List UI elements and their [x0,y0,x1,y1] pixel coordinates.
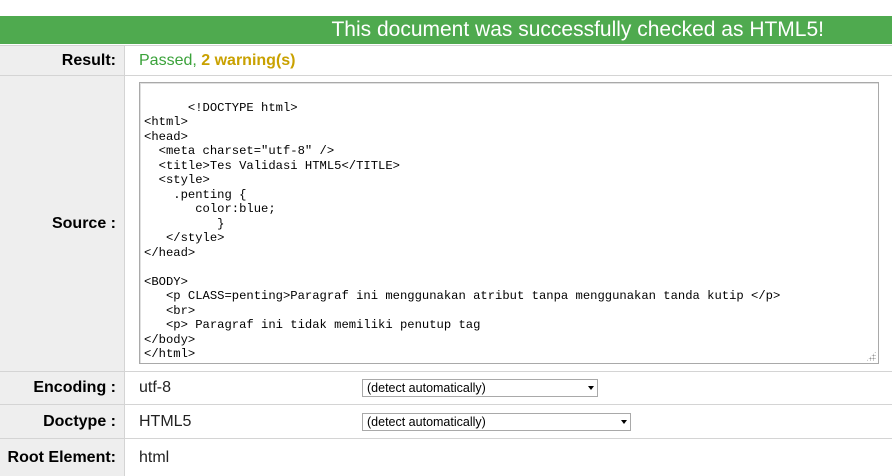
chevron-down-icon [621,420,627,424]
chevron-down-icon [588,386,594,390]
source-label: Source : [0,76,125,371]
source-code-textarea[interactable]: <!DOCTYPE html> <html> <head> <meta char… [139,82,879,364]
encoding-value: utf-8 [139,379,172,396]
root-element-label: Root Element: [0,439,125,476]
result-status: Passed [139,51,193,69]
success-banner: This document was successfully checked a… [0,16,892,44]
doctype-select[interactable]: (detect automatically) [362,413,631,431]
encoding-label: Encoding : [0,372,125,404]
validation-results: This document was successfully checked a… [0,0,892,476]
result-row: Result: Passed, 2 warning(s) [0,45,892,75]
resize-grip-icon[interactable] [866,351,876,361]
encoding-row: Encoding : utf-8 (detect automatically) [0,371,892,404]
doctype-select-value: (detect automatically) [367,415,486,429]
source-code-text: <!DOCTYPE html> <html> <head> <meta char… [144,100,781,362]
success-message: This document was successfully checked a… [331,18,824,41]
doctype-value: HTML5 [139,412,192,430]
warnings-count-link[interactable]: 2 warning(s) [201,52,295,70]
encoding-select-value: (detect automatically) [367,381,486,395]
doctype-label: Doctype : [0,405,125,438]
root-element-value: html [139,448,170,466]
root-element-row: Root Element: html [0,438,892,476]
doctype-row: Doctype : HTML5 (detect automatically) [0,404,892,438]
result-label: Result: [0,46,125,75]
source-row: Source : <!DOCTYPE html> <html> <head> <… [0,75,892,371]
result-separator: , [192,51,202,69]
encoding-select[interactable]: (detect automatically) [362,379,598,397]
result-value: Passed, 2 warning(s) [139,46,296,75]
